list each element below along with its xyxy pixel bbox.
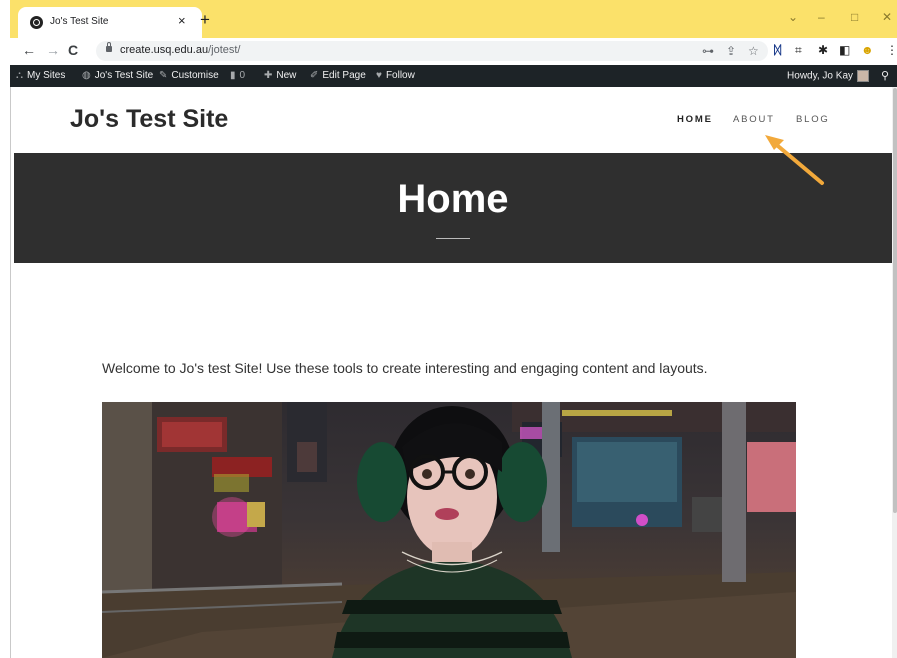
heart-icon: ♥ (376, 70, 382, 81)
pencil-icon: ✐ (310, 70, 319, 81)
profile-avatar-icon[interactable]: ☻ (861, 43, 874, 57)
avatar-street-image (102, 402, 796, 658)
new-tab-button[interactable]: + (200, 10, 210, 30)
tab-close-icon[interactable]: × (178, 13, 186, 28)
page-title: Home (397, 177, 509, 221)
title-divider (436, 238, 470, 239)
password-key-icon[interactable]: ⊶ (702, 44, 714, 58)
new-content-menu[interactable]: ✚ New (264, 70, 296, 81)
browser-menu-icon[interactable]: ⋮ (886, 43, 897, 57)
nav-home[interactable]: HOME (677, 114, 713, 125)
dashboard-icon: ◍ (82, 70, 91, 81)
site-header: Jo's Test Site HOME ABOUT BLOG (14, 87, 892, 153)
address-bar[interactable]: create.usq.edu.au/jotest/ ⊶ ⇪ ☆ (96, 41, 768, 61)
wordpress-favicon-icon (30, 16, 43, 29)
side-panel-icon[interactable]: ◧ (839, 43, 850, 57)
tab-search-chevron-icon[interactable]: ⌄ (788, 10, 798, 24)
welcome-text: Welcome to Jo's test Site! Use these too… (102, 360, 708, 376)
url-text: create.usq.edu.au/jotest/ (120, 44, 241, 56)
screenshot-extension-icon[interactable]: ⌗ (795, 43, 802, 58)
comment-icon: ▮ (230, 70, 236, 81)
site-name-menu[interactable]: ◍ Jo's Test Site (82, 70, 153, 81)
extensions-puzzle-icon[interactable]: ✱ (818, 43, 828, 57)
comments-count: 0 (239, 70, 246, 81)
edit-page-link[interactable]: ✐ Edit Page (310, 70, 366, 81)
maximize-button[interactable]: □ (851, 10, 858, 24)
brush-icon: ✎ (159, 70, 168, 81)
follow-label: Follow (385, 70, 415, 81)
edit-page-label: Edit Page (322, 70, 366, 81)
bookmark-star-icon[interactable]: ☆ (748, 44, 759, 58)
share-icon[interactable]: ⇪ (726, 44, 736, 58)
minimize-button[interactable]: – (818, 10, 825, 24)
account-menu[interactable]: Howdy, Jo Kay (787, 70, 869, 82)
reload-button[interactable]: C (68, 42, 78, 58)
howdy-label: Howdy, Jo Kay (787, 70, 853, 82)
wp-admin-bar: ⛬ My Sites ◍ Jo's Test Site ✎ Customise ▮ 0 … (10, 65, 897, 87)
user-avatar (857, 70, 869, 82)
network-icon: ⛬ (16, 70, 23, 81)
customise-link[interactable]: ✎ Customise (159, 70, 219, 81)
search-icon[interactable]: ⚲ (881, 69, 889, 82)
tab-strip: Jo's Test Site × + ⌄ – □ ✕ (10, 0, 897, 38)
nav-about[interactable]: ABOUT (733, 114, 775, 125)
my-sites-label: My Sites (27, 70, 66, 81)
plus-icon: ✚ (264, 70, 273, 81)
browser-toolbar: ← → C create.usq.edu.au/jotest/ ⊶ ⇪ ☆ ᛞ … (10, 38, 897, 65)
site-title[interactable]: Jo's Test Site (70, 105, 228, 134)
follow-link[interactable]: ♥ Follow (376, 70, 415, 81)
comments-link[interactable]: ▮ 0 (230, 70, 245, 81)
close-window-button[interactable]: ✕ (882, 10, 892, 24)
back-button[interactable]: ← (22, 42, 36, 58)
browser-tab[interactable]: Jo's Test Site × (18, 7, 202, 38)
customise-label: Customise (171, 70, 219, 81)
tab-title: Jo's Test Site (50, 16, 109, 27)
page-scrollbar-thumb[interactable] (893, 88, 897, 513)
page-hero: Home (14, 153, 892, 263)
forward-button[interactable]: → (46, 42, 60, 58)
extension-icon[interactable]: ᛞ (774, 43, 781, 57)
my-sites-menu[interactable]: ⛬ My Sites (16, 70, 65, 81)
lock-icon (106, 42, 112, 52)
site-name-label: Jo's Test Site (94, 70, 154, 81)
nav-blog[interactable]: BLOG (796, 114, 830, 125)
new-label: New (276, 70, 297, 81)
